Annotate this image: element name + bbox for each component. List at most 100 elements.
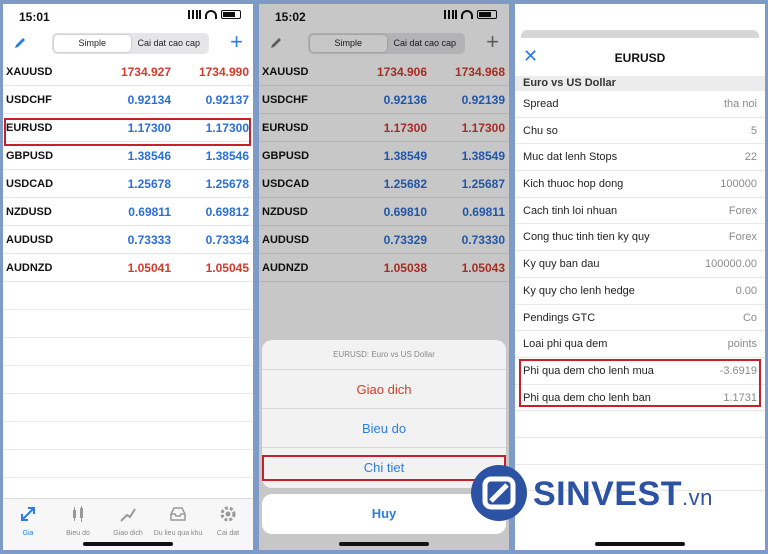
home-indicator <box>83 542 173 546</box>
empty-row <box>515 438 765 465</box>
empty-row <box>3 366 253 394</box>
history-icon <box>170 507 186 521</box>
property-value: tha noi <box>723 98 757 110</box>
property-row: Kich thuoc hop dong 100000 <box>515 171 765 198</box>
tab-label: Du lieu qua khu <box>153 530 203 537</box>
bid-price: 1.05041 <box>127 261 171 275</box>
cancel-button[interactable]: Huy <box>262 494 506 534</box>
property-row: Chu so 5 <box>515 118 765 145</box>
property-value: 0.00 <box>735 284 757 297</box>
property-row: Cach tinh loi nhuan Forex <box>515 198 765 225</box>
quotes-toolbar: Simple Cai dat cao cap + <box>3 30 253 58</box>
settings-icon <box>220 506 236 522</box>
property-label: Kich thuoc hop dong <box>523 178 624 191</box>
property-row: Ky quy ban dau 100000.00 <box>515 251 765 278</box>
quotes-icon <box>21 507 35 521</box>
details-highlight-box <box>262 455 506 481</box>
symbol-name: USDCHF <box>6 94 52 106</box>
segment-simple[interactable]: Simple <box>54 35 131 52</box>
symbol-name: AUDNZD <box>6 262 53 274</box>
symbol-name: NZDUSD <box>6 206 52 218</box>
chart-icon <box>73 506 83 522</box>
property-label: Chu so <box>523 124 558 137</box>
ask-price: 1.38546 <box>205 149 249 163</box>
property-value: points <box>727 338 757 351</box>
property-row: Spread tha noi <box>515 91 765 118</box>
quote-row[interactable]: USDCAD 1.25678 1.25678 <box>3 170 253 198</box>
ask-price: 1734.990 <box>198 65 249 79</box>
logo-mark-icon <box>471 465 527 521</box>
property-label: Muc dat lenh Stops <box>523 151 618 164</box>
bid-price: 0.73333 <box>127 233 171 247</box>
property-row: Muc dat lenh Stops 22 <box>515 144 765 172</box>
page-title: EURUSD <box>614 51 666 65</box>
empty-row <box>515 411 765 438</box>
trade-action-button[interactable]: Giao dich <box>262 370 506 409</box>
logo-name: SINVEST <box>533 475 682 513</box>
tab-label: Gia <box>22 530 34 537</box>
ask-price: 0.69812 <box>205 205 249 219</box>
symbol-name: XAUUSD <box>6 66 53 78</box>
add-symbol-icon[interactable]: + <box>230 31 243 53</box>
section-header: Euro vs US Dollar <box>515 76 765 91</box>
signal-icon <box>188 10 201 19</box>
tab-label: Giao dich <box>113 530 143 537</box>
symbol-properties-list: Spread tha noi Chu so 5 Muc dat lenh Stops… <box>515 91 765 492</box>
tab-label: Cai dat <box>216 530 240 537</box>
ask-price: 1.25678 <box>205 177 249 191</box>
status-icons <box>188 10 241 19</box>
property-row: Pendings GTC Co <box>515 305 765 332</box>
property-label: Pendings GTC <box>523 311 596 324</box>
bid-price: 1.25678 <box>127 177 171 191</box>
property-label: Cong thuc tinh tien ky quy <box>523 231 650 244</box>
property-value: Forex <box>728 204 757 217</box>
quote-row[interactable]: AUDUSD 0.73333 0.73334 <box>3 226 253 254</box>
chart-action-button[interactable]: Bieu do <box>262 409 506 448</box>
edit-pencil-icon[interactable] <box>13 36 27 50</box>
property-value: 22 <box>744 151 757 164</box>
property-label: Loai phi qua dem <box>523 338 608 351</box>
tab-settings[interactable]: Cai dat <box>203 499 253 550</box>
empty-row <box>3 394 253 422</box>
quote-row[interactable]: XAUUSD 1734.927 1734.990 <box>3 58 253 86</box>
quote-row[interactable]: GBPUSD 1.38546 1.38546 <box>3 142 253 170</box>
property-label: Ky quy cho lenh hedge <box>523 284 635 297</box>
property-value: 5 <box>750 124 757 137</box>
empty-row <box>3 450 253 478</box>
segment-advanced[interactable]: Cai dat cao cap <box>131 35 208 52</box>
logo-suffix: .vn <box>681 485 713 510</box>
property-value: Forex <box>728 231 757 244</box>
quote-row[interactable]: USDCHF 0.92134 0.92137 <box>3 86 253 114</box>
action-sheet-title: EURUSD: Euro vs US Dollar <box>262 340 506 370</box>
tab-quotes[interactable]: Gia <box>3 499 53 550</box>
property-value: Co <box>742 311 757 324</box>
property-row: Loai phi qua dem points <box>515 331 765 358</box>
bottom-tab-bar: Gia Bieu do Giao dich Du lieu qua khu Ca… <box>3 498 253 550</box>
empty-row <box>3 422 253 450</box>
logo-text: SINVEST.vn <box>533 475 713 514</box>
home-indicator <box>595 542 685 546</box>
trade-icon <box>120 508 136 522</box>
property-label: Ky quy ban dau <box>523 258 600 271</box>
battery-icon <box>221 10 241 19</box>
status-time: 15:01 <box>19 10 50 24</box>
status-bar: 15:01 <box>3 4 253 30</box>
property-label: Cach tinh loi nhuan <box>523 204 618 217</box>
eurusd-highlight-box <box>4 118 251 146</box>
bid-price: 1.38546 <box>127 149 171 163</box>
property-row: Ky quy cho lenh hedge 0.00 <box>515 278 765 305</box>
empty-row <box>3 310 253 338</box>
empty-row <box>3 282 253 310</box>
bid-price: 0.69811 <box>128 205 171 219</box>
view-mode-segmented-control: Simple Cai dat cao cap <box>52 33 209 54</box>
property-label: Spread <box>523 98 559 110</box>
ask-price: 1.05045 <box>205 261 249 275</box>
ask-price: 0.92137 <box>205 93 249 107</box>
home-indicator <box>339 542 429 546</box>
quote-row[interactable]: NZDUSD 0.69811 0.69812 <box>3 198 253 226</box>
symbol-name: USDCAD <box>6 178 54 190</box>
swap-rates-highlight-box <box>519 359 761 407</box>
bid-price: 1734.927 <box>120 65 171 79</box>
quote-row[interactable]: AUDNZD 1.05041 1.05045 <box>3 254 253 282</box>
bid-price: 0.92134 <box>127 93 171 107</box>
